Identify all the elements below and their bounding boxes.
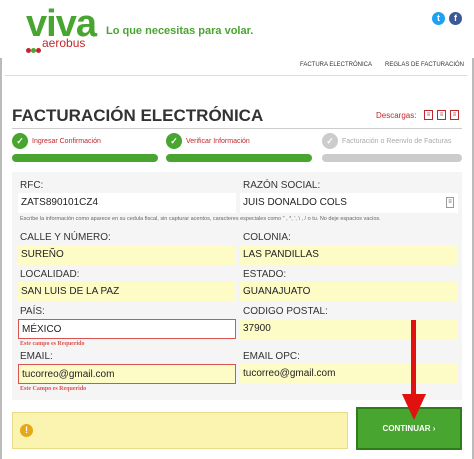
title-divider <box>12 128 462 129</box>
step-1-progress <box>12 154 158 162</box>
estado-label: ESTADO: <box>243 269 287 280</box>
localidad-label: LOCALIDAD: <box>20 269 80 280</box>
brand-tagline: Lo que necesitas para volar. <box>106 25 254 37</box>
calle-label: CALLE Y NÚMERO: <box>20 232 111 243</box>
email-opc-label: EMAIL OPC: <box>243 351 300 362</box>
step-2-progress <box>166 154 312 162</box>
download-xml-icon[interactable]: ≡ <box>437 110 446 120</box>
annotation-arrow-head <box>402 394 426 420</box>
step-2-check-icon: ✓ <box>166 133 182 149</box>
razon-social-field[interactable]: JUIS DONALDO COLS <box>240 193 458 213</box>
pais-error: Este campo es Requerido <box>20 341 85 347</box>
codigo-postal-label: CODIGO POSTAL: <box>243 306 328 317</box>
logo-dots-icon <box>26 40 42 53</box>
colonia-field[interactable]: LAS PANDILLAS <box>240 245 458 265</box>
calle-field[interactable]: SUREÑO <box>18 245 236 265</box>
warning-icon: ! <box>20 424 33 437</box>
nav-reglas-facturacion[interactable]: REGLAS DE FACTURACIÓN <box>385 62 464 68</box>
email-error: Este Campo es Requerido <box>20 386 87 392</box>
rfc-field[interactable]: ZATS890101CZ4 <box>18 193 236 213</box>
step-2-label: Verificar Información <box>186 138 250 145</box>
form-hint: Escribe la información como aparece en s… <box>20 216 381 222</box>
colonia-label: COLONIA: <box>243 232 291 243</box>
estado-field[interactable]: GUANAJUATO <box>240 282 458 302</box>
twitter-icon[interactable]: t <box>432 12 445 25</box>
localidad-field[interactable]: SAN LUIS DE LA PAZ <box>18 282 236 302</box>
download-zip-icon[interactable]: ≡ <box>450 110 459 120</box>
top-navigation: FACTURA ELECTRÓNICA REGLAS DE FACTURACIÓ… <box>5 59 467 76</box>
downloads-label: Descargas: <box>376 111 417 120</box>
step-1-check-icon: ✓ <box>12 133 28 149</box>
step-3-check-icon: ✓ <box>322 133 338 149</box>
facebook-icon[interactable]: f <box>449 12 462 25</box>
step-1-label: Ingresar Confirmación <box>32 138 101 145</box>
pais-field[interactable]: MÉXICO <box>18 319 236 339</box>
page-title: FACTURACIÓN ELECTRÓNICA <box>12 106 264 125</box>
codigo-postal-field[interactable]: 37900 <box>240 319 458 339</box>
rfc-label: RFC: <box>20 180 44 191</box>
step-3-progress <box>322 154 462 162</box>
contact-card-icon: ≡ <box>446 197 454 208</box>
email-opc-field[interactable]: tucorreo@gmail.com <box>240 364 458 384</box>
email-label: EMAIL: <box>20 351 53 362</box>
email-field[interactable]: tucorreo@gmail.com <box>18 364 236 384</box>
step-3-label: Facturación o Reenvío de Facturas <box>342 138 452 145</box>
annotation-arrow-shaft <box>411 320 416 400</box>
razon-social-label: RAZÓN SOCIAL: <box>243 180 321 191</box>
nav-factura-electronica[interactable]: FACTURA ELECTRÓNICA <box>300 62 372 68</box>
site-header: viva aerobus Lo que necesitas para volar… <box>0 0 474 58</box>
aerobus-logo: aerobus <box>42 36 86 50</box>
download-pdf-icon[interactable]: ≡ <box>424 110 433 120</box>
notice-bar <box>12 412 348 449</box>
pais-label: PAÍS: <box>20 306 45 317</box>
